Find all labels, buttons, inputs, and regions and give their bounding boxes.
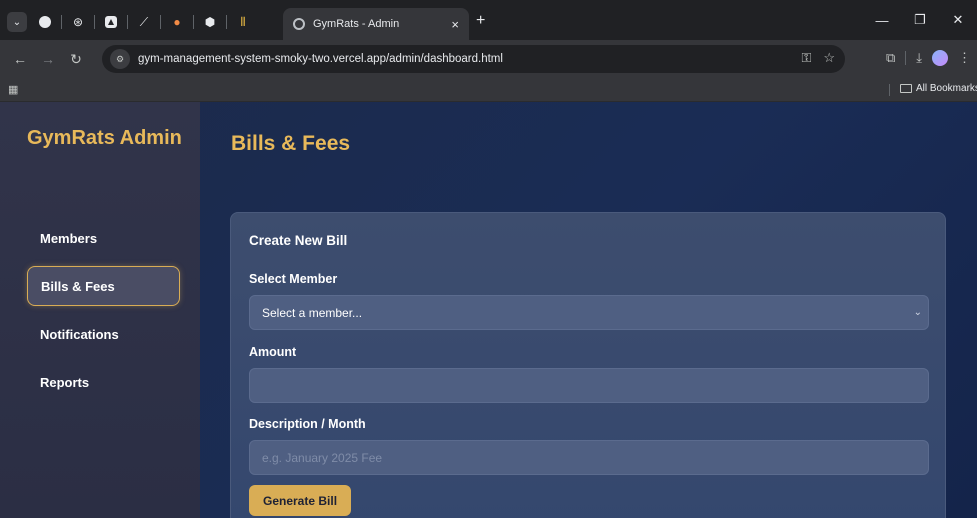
member-select[interactable]: Select a member... ⌄ xyxy=(249,295,929,330)
sidebar-item-label: Reports xyxy=(40,374,90,390)
folder-icon xyxy=(900,84,912,93)
reload-icon[interactable]: ↻ xyxy=(62,45,90,73)
vercel-icon[interactable] xyxy=(100,12,122,32)
github-icon[interactable] xyxy=(34,12,56,32)
sidebar-item-label: Bills & Fees xyxy=(41,278,115,294)
chevron-down-icon: ⌄ xyxy=(913,307,922,318)
minimize-button[interactable]: — xyxy=(863,8,901,32)
description-input[interactable]: e.g. January 2025 Fee xyxy=(249,440,929,475)
url-text[interactable]: gym-management-system-smoky-two.vercel.a… xyxy=(138,53,503,65)
tab-divider xyxy=(94,15,95,29)
sidebar-item-reports[interactable]: Reports xyxy=(27,362,180,402)
bars-icon[interactable]: ⫴ xyxy=(232,12,254,32)
page-content: GymRats Admin Members Bills & Fees Notif… xyxy=(0,102,977,518)
bookmarks-bar: ▦ All Bookmarks xyxy=(0,78,977,102)
page-title: Bills & Fees xyxy=(231,132,351,155)
back-arrow-icon[interactable]: ← xyxy=(6,45,34,73)
sidebar-item-label: Notifications xyxy=(40,326,119,342)
amount-input[interactable] xyxy=(249,368,929,403)
tab-title: GymRats - Admin xyxy=(313,18,400,30)
all-bookmarks-label: All Bookmarks xyxy=(916,83,977,94)
tab-divider xyxy=(61,15,62,29)
extensions-icon[interactable]: ⧉ xyxy=(886,50,895,66)
card-title: Create New Bill xyxy=(249,233,348,248)
openai-icon[interactable]: ⊛ xyxy=(67,12,89,32)
browser-tabstrip: ⌄ ⊛ ⟋ ● ⬢ ⫴ GymRats - Admin × + — ❐ ✕ xyxy=(0,0,977,40)
sidebar-item-label: Members xyxy=(40,230,98,246)
window-controls: — ❐ ✕ xyxy=(863,8,977,32)
site-settings-icon[interactable]: ⚙ xyxy=(110,49,130,69)
shield-icon[interactable]: ⬢ xyxy=(199,12,221,32)
globe-icon xyxy=(293,18,305,30)
brush-icon[interactable]: ⟋ xyxy=(133,12,155,32)
close-tab-icon[interactable]: × xyxy=(451,17,459,32)
toolbar-divider xyxy=(905,51,907,65)
sidebar-item-notifications[interactable]: Notifications xyxy=(27,314,180,354)
browser-toolbar: ← → ↻ ⚙ gym-management-system-smoky-two.… xyxy=(0,40,977,78)
admin-sidebar: GymRats Admin Members Bills & Fees Notif… xyxy=(0,102,200,518)
new-tab-button[interactable]: + xyxy=(476,12,485,30)
bookmarks-divider xyxy=(889,84,890,96)
brand-title: GymRats Admin xyxy=(27,127,182,149)
apps-grid-icon[interactable]: ▦ xyxy=(8,83,18,96)
sidebar-item-bills-fees[interactable]: Bills & Fees xyxy=(27,266,180,306)
amount-label: Amount xyxy=(249,345,297,359)
bookmark-star-icon[interactable]: ☆ xyxy=(823,50,835,66)
tab-search-icon[interactable]: ⌄ xyxy=(7,12,27,32)
create-bill-card: Create New Bill Select Member Select a m… xyxy=(230,212,946,518)
generate-bill-button[interactable]: Generate Bill xyxy=(249,485,352,516)
restore-button[interactable]: ❐ xyxy=(901,8,939,32)
password-key-icon[interactable]: ⚿ xyxy=(801,50,811,66)
member-label: Select Member xyxy=(249,272,338,286)
flame-icon[interactable]: ● xyxy=(166,12,188,32)
description-placeholder: e.g. January 2025 Fee xyxy=(262,450,383,465)
tab-divider xyxy=(226,15,227,29)
profile-avatar[interactable] xyxy=(932,50,948,66)
all-bookmarks-button[interactable]: All Bookmarks xyxy=(900,83,977,94)
forward-arrow-icon[interactable]: → xyxy=(34,45,62,73)
tab-gymrats-admin[interactable]: GymRats - Admin × xyxy=(283,8,469,40)
tab-divider xyxy=(160,15,161,29)
sidebar-item-members[interactable]: Members xyxy=(27,218,180,258)
download-icon[interactable]: ⤓ xyxy=(916,50,922,66)
member-select-value: Select a member... xyxy=(262,305,363,320)
pinned-tabs: ⊛ ⟋ ● ⬢ ⫴ xyxy=(34,12,254,32)
tab-divider xyxy=(193,15,194,29)
menu-kebab-icon[interactable]: ⋮ xyxy=(958,50,971,66)
address-bar[interactable]: ⚙ gym-management-system-smoky-two.vercel… xyxy=(102,45,845,73)
description-label: Description / Month xyxy=(249,417,366,431)
close-window-button[interactable]: ✕ xyxy=(939,8,977,32)
tab-divider xyxy=(127,15,128,29)
